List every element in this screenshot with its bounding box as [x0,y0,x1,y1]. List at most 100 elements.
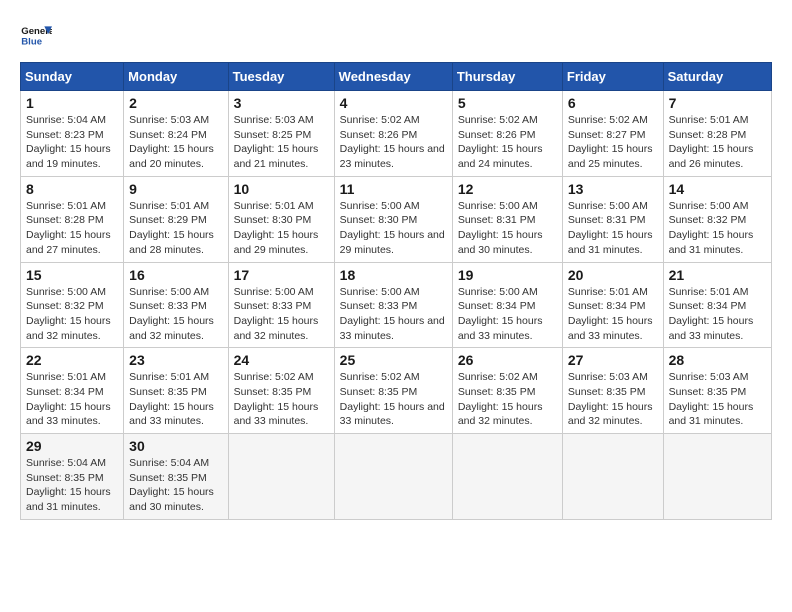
calendar-cell: 24Sunrise: 5:02 AMSunset: 8:35 PMDayligh… [228,348,334,434]
calendar-cell [452,434,562,520]
day-number: 23 [129,352,222,368]
calendar-cell: 2Sunrise: 5:03 AMSunset: 8:24 PMDaylight… [124,91,228,177]
calendar-week-row: 29 Sunrise: 5:04 AMSunset: 8:35 PMDayligh… [21,434,772,520]
calendar-cell: 12 Sunrise: 5:00 AMSunset: 8:31 PMDayligh… [452,176,562,262]
day-number: 26 [458,352,557,368]
calendar-cell: 29 Sunrise: 5:04 AMSunset: 8:35 PMDayligh… [21,434,124,520]
day-info: Sunrise: 5:04 AMSunset: 8:23 PMDaylight:… [26,113,118,172]
calendar-header-row: SundayMondayTuesdayWednesdayThursdayFrid… [21,63,772,91]
day-number: 11 [340,181,447,197]
day-number: 14 [669,181,766,197]
calendar-cell: 3 Sunrise: 5:03 AMSunset: 8:25 PMDaylight… [228,91,334,177]
day-info: Sunrise: 5:00 AMSunset: 8:32 PMDaylight:… [26,285,118,344]
day-number: 15 [26,267,118,283]
day-info: Sunrise: 5:02 AMSunset: 8:27 PMDaylight:… [568,113,658,172]
calendar-cell: 30 Sunrise: 5:04 AMSunset: 8:35 PMDayligh… [124,434,228,520]
calendar-cell: 18 Sunrise: 5:00 AMSunset: 8:33 PMDayligh… [334,262,452,348]
day-number: 25 [340,352,447,368]
day-number: 12 [458,181,557,197]
day-number: 27 [568,352,658,368]
calendar-cell: 5 Sunrise: 5:02 AMSunset: 8:26 PMDaylight… [452,91,562,177]
header-wednesday: Wednesday [334,63,452,91]
day-info: Sunrise: 5:01 AMSunset: 8:30 PMDaylight:… [234,199,329,258]
day-info: Sunrise: 5:03 AMSunset: 8:25 PMDaylight:… [234,113,329,172]
day-number: 8 [26,181,118,197]
header-sunday: Sunday [21,63,124,91]
day-number: 24 [234,352,329,368]
page-header: General Blue [20,20,772,52]
day-number: 20 [568,267,658,283]
day-number: 22 [26,352,118,368]
day-number: 30 [129,438,222,454]
day-info: Sunrise: 5:01 AMSunset: 8:28 PMDaylight:… [26,199,118,258]
calendar-cell: 6 Sunrise: 5:02 AMSunset: 8:27 PMDaylight… [562,91,663,177]
day-info: Sunrise: 5:01 AMSunset: 8:29 PMDaylight:… [129,199,222,258]
day-number: 2 [129,95,222,111]
day-info: Sunrise: 5:01 AMSunset: 8:34 PMDaylight:… [669,285,766,344]
day-number: 4 [340,95,447,111]
calendar-cell: 13Sunrise: 5:00 AMSunset: 8:31 PMDayligh… [562,176,663,262]
header-tuesday: Tuesday [228,63,334,91]
calendar-cell: 1Sunrise: 5:04 AMSunset: 8:23 PMDaylight… [21,91,124,177]
calendar-cell: 16Sunrise: 5:00 AMSunset: 8:33 PMDayligh… [124,262,228,348]
day-number: 3 [234,95,329,111]
day-info: Sunrise: 5:04 AMSunset: 8:35 PMDaylight:… [26,456,118,515]
calendar-cell: 15 Sunrise: 5:00 AMSunset: 8:32 PMDayligh… [21,262,124,348]
day-number: 6 [568,95,658,111]
day-info: Sunrise: 5:00 AMSunset: 8:31 PMDaylight:… [568,199,658,258]
calendar-cell: 9 Sunrise: 5:01 AMSunset: 8:29 PMDaylight… [124,176,228,262]
header-friday: Friday [562,63,663,91]
calendar-cell: 23 Sunrise: 5:01 AMSunset: 8:35 PMDayligh… [124,348,228,434]
day-info: Sunrise: 5:00 AMSunset: 8:32 PMDaylight:… [669,199,766,258]
header-thursday: Thursday [452,63,562,91]
day-info: Sunrise: 5:01 AMSunset: 8:28 PMDaylight:… [669,113,766,172]
day-info: Sunrise: 5:04 AMSunset: 8:35 PMDaylight:… [129,456,222,515]
calendar-cell: 10 Sunrise: 5:01 AMSunset: 8:30 PMDayligh… [228,176,334,262]
day-info: Sunrise: 5:01 AMSunset: 8:35 PMDaylight:… [129,370,222,429]
day-number: 21 [669,267,766,283]
calendar-table: SundayMondayTuesdayWednesdayThursdayFrid… [20,62,772,520]
day-number: 5 [458,95,557,111]
calendar-cell: 27 Sunrise: 5:03 AMSunset: 8:35 PMDayligh… [562,348,663,434]
calendar-cell [334,434,452,520]
logo: General Blue [20,20,56,52]
day-number: 10 [234,181,329,197]
day-info: Sunrise: 5:00 AMSunset: 8:31 PMDaylight:… [458,199,557,258]
day-number: 16 [129,267,222,283]
calendar-cell: 25 Sunrise: 5:02 AMSunset: 8:35 PMDayligh… [334,348,452,434]
day-info: Sunrise: 5:03 AMSunset: 8:35 PMDaylight:… [669,370,766,429]
logo-icon: General Blue [20,20,52,52]
calendar-cell: 7Sunrise: 5:01 AMSunset: 8:28 PMDaylight… [663,91,771,177]
day-info: Sunrise: 5:03 AMSunset: 8:35 PMDaylight:… [568,370,658,429]
day-info: Sunrise: 5:02 AMSunset: 8:35 PMDaylight:… [458,370,557,429]
day-number: 29 [26,438,118,454]
calendar-cell [562,434,663,520]
calendar-cell: 19Sunrise: 5:00 AMSunset: 8:34 PMDayligh… [452,262,562,348]
header-monday: Monday [124,63,228,91]
calendar-cell: 8 Sunrise: 5:01 AMSunset: 8:28 PMDaylight… [21,176,124,262]
day-number: 18 [340,267,447,283]
calendar-cell: 4 Sunrise: 5:02 AMSunset: 8:26 PMDaylight… [334,91,452,177]
day-info: Sunrise: 5:00 AMSunset: 8:30 PMDaylight:… [340,199,447,258]
day-info: Sunrise: 5:01 AMSunset: 8:34 PMDaylight:… [26,370,118,429]
day-info: Sunrise: 5:02 AMSunset: 8:26 PMDaylight:… [340,113,447,172]
day-info: Sunrise: 5:01 AMSunset: 8:34 PMDaylight:… [568,285,658,344]
calendar-week-row: 22 Sunrise: 5:01 AMSunset: 8:34 PMDayligh… [21,348,772,434]
day-info: Sunrise: 5:00 AMSunset: 8:33 PMDaylight:… [340,285,447,344]
day-info: Sunrise: 5:00 AMSunset: 8:34 PMDaylight:… [458,285,557,344]
day-number: 9 [129,181,222,197]
calendar-cell: 21 Sunrise: 5:01 AMSunset: 8:34 PMDayligh… [663,262,771,348]
calendar-cell [228,434,334,520]
day-info: Sunrise: 5:02 AMSunset: 8:35 PMDaylight:… [340,370,447,429]
day-info: Sunrise: 5:02 AMSunset: 8:26 PMDaylight:… [458,113,557,172]
calendar-cell: 17 Sunrise: 5:00 AMSunset: 8:33 PMDayligh… [228,262,334,348]
header-saturday: Saturday [663,63,771,91]
calendar-week-row: 1Sunrise: 5:04 AMSunset: 8:23 PMDaylight… [21,91,772,177]
calendar-cell [663,434,771,520]
calendar-cell: 22 Sunrise: 5:01 AMSunset: 8:34 PMDayligh… [21,348,124,434]
day-number: 17 [234,267,329,283]
calendar-cell: 26 Sunrise: 5:02 AMSunset: 8:35 PMDayligh… [452,348,562,434]
calendar-week-row: 15 Sunrise: 5:00 AMSunset: 8:32 PMDayligh… [21,262,772,348]
day-info: Sunrise: 5:00 AMSunset: 8:33 PMDaylight:… [234,285,329,344]
calendar-cell: 14 Sunrise: 5:00 AMSunset: 8:32 PMDayligh… [663,176,771,262]
